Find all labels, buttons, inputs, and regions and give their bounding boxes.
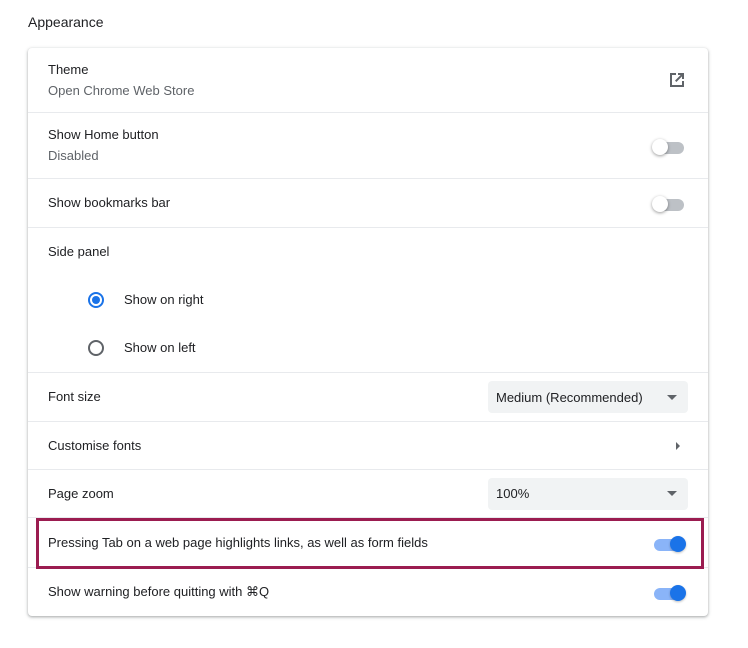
section-title: Appearance — [28, 14, 104, 30]
customise-fonts-row[interactable]: Customise fonts — [28, 421, 708, 469]
theme-sublabel: Open Chrome Web Store — [48, 82, 195, 98]
radio-label: Show on right — [124, 292, 204, 307]
customise-fonts-text: Customise fonts — [48, 437, 676, 455]
font-size-row: Font size Medium (Recommended) — [28, 372, 708, 421]
appearance-card: Theme Open Chrome Web Store Show Home bu… — [28, 48, 708, 616]
font-size-text: Font size — [48, 388, 488, 406]
theme-row[interactable]: Theme Open Chrome Web Store — [28, 48, 708, 112]
font-size-label: Font size — [48, 389, 101, 404]
chevron-right-icon — [676, 441, 680, 450]
bookmarks-bar-toggle[interactable] — [652, 193, 686, 213]
toggle-knob — [670, 535, 686, 552]
bookmarks-bar-text: Show bookmarks bar — [48, 194, 652, 212]
side-panel-option-left[interactable]: Show on left — [88, 339, 196, 357]
page-zoom-select[interactable]: 100% — [488, 477, 688, 510]
home-button-sublabel: Disabled — [48, 148, 99, 163]
font-size-select[interactable]: Medium (Recommended) — [488, 381, 688, 413]
page-zoom-row: Page zoom 100% — [28, 469, 708, 517]
radio-label: Show on left — [124, 340, 196, 355]
customise-fonts-label: Customise fonts — [48, 437, 142, 453]
external-link-icon[interactable] — [668, 71, 686, 89]
bookmarks-bar-row: Show bookmarks bar — [28, 178, 708, 227]
theme-text: Theme Open Chrome Web Store — [48, 61, 668, 100]
page-zoom-value: 100% — [496, 486, 530, 501]
bookmarks-bar-label: Show bookmarks bar — [48, 195, 171, 210]
quit-warning-label: Show warning before quitting with ⌘Q — [48, 584, 270, 599]
toggle-knob — [670, 585, 686, 601]
home-button-text: Show Home button Disabled — [48, 126, 652, 165]
home-button-toggle[interactable] — [652, 136, 686, 156]
quit-warning-row: Show warning before quitting with ⌘Q — [28, 567, 708, 616]
theme-label: Theme — [48, 61, 89, 77]
tab-highlight-label: Pressing Tab on a web page highlights li… — [48, 534, 428, 550]
page-zoom-label: Page zoom — [48, 485, 114, 501]
quit-warning-toggle[interactable] — [652, 582, 686, 602]
chevron-down-icon — [667, 491, 677, 496]
side-panel-label: Side panel — [48, 244, 110, 259]
toggle-knob — [652, 138, 668, 155]
side-panel-option-right[interactable]: Show on right — [88, 291, 204, 309]
side-panel-text: Side panel — [48, 243, 688, 261]
tab-highlight-row: Pressing Tab on a web page highlights li… — [28, 517, 708, 567]
font-size-value: Medium (Recommended) — [496, 389, 643, 405]
chevron-down-icon — [667, 394, 677, 400]
toggle-knob — [652, 196, 668, 212]
page-zoom-text: Page zoom — [48, 485, 488, 503]
quit-warning-text: Show warning before quitting with ⌘Q — [48, 583, 652, 601]
tab-highlight-toggle[interactable] — [652, 533, 686, 553]
home-button-label: Show Home button — [48, 127, 159, 142]
radio-button[interactable] — [88, 340, 104, 356]
radio-button-checked[interactable] — [88, 292, 104, 308]
side-panel-row: Side panel — [28, 227, 708, 276]
tab-highlight-text: Pressing Tab on a web page highlights li… — [48, 534, 652, 552]
settings-page: Appearance Theme Open Chrome Web Store S… — [0, 0, 748, 648]
home-button-row: Show Home button Disabled — [28, 112, 708, 178]
